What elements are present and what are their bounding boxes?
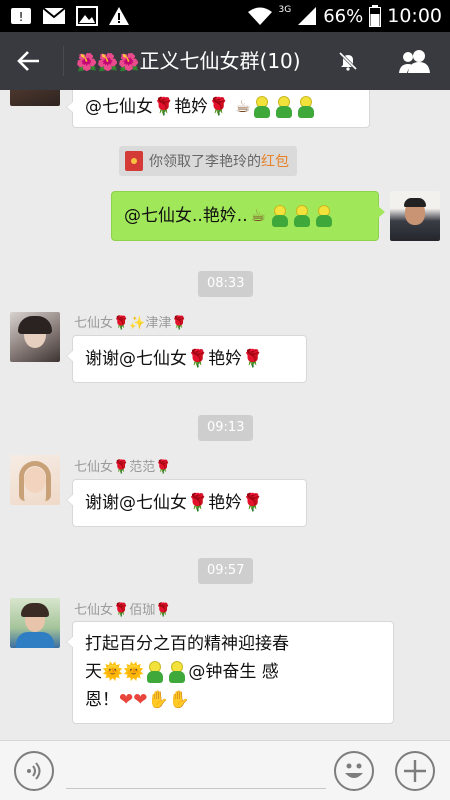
sprout-emoji <box>146 661 164 683</box>
message-text: 恩！ <box>85 690 119 710</box>
title-bar: 🌺🌺🌺正义七仙女群(10) <box>0 32 450 90</box>
sprout-emoji <box>271 205 289 227</box>
message-input[interactable] <box>66 755 326 789</box>
network-type: 3G <box>278 5 292 15</box>
rose-emoji: 🌹 <box>242 349 264 369</box>
system-status: 3G 66% 10:00 <box>247 0 442 32</box>
notification-icons: ! <box>10 4 130 28</box>
sprout-emoji <box>253 96 271 118</box>
sun-emoji: 🌞 <box>123 662 145 682</box>
sun-emoji: 🌞 <box>102 662 124 682</box>
status-bar: ! 3G 66% 10:00 <box>0 0 450 32</box>
battery-icon <box>369 5 382 27</box>
timestamp: 08:33 <box>198 271 254 297</box>
message-text: 谢谢@七仙女 <box>85 349 187 369</box>
plus-icon <box>404 760 426 782</box>
chat-title[interactable]: 🌺🌺🌺正义七仙女群(10) <box>76 32 301 90</box>
message-text: 天 <box>85 662 102 682</box>
message-text: @钟奋生 感 <box>188 662 279 682</box>
coffee-emoji: ☕ <box>235 97 251 117</box>
input-bar <box>0 740 450 800</box>
sprout-emoji <box>168 661 186 683</box>
message-bubble[interactable]: 谢谢@七仙女🌹艳妗🌹 <box>66 335 307 383</box>
message-text: @七仙女 <box>85 97 153 117</box>
avatar[interactable] <box>10 598 60 648</box>
wifi-icon <box>247 7 272 25</box>
sprout-emoji <box>297 96 315 118</box>
red-packet-notice: 你领取了李艳玲的红包 <box>119 146 297 176</box>
alert-icon: ! <box>11 8 31 24</box>
back-arrow-icon <box>17 51 39 71</box>
emoji-button[interactable] <box>334 751 374 791</box>
back-button[interactable] <box>0 32 58 90</box>
title-flowers: 🌺🌺🌺 <box>76 53 140 73</box>
pray-emoji: ✋ <box>147 690 169 710</box>
image-icon <box>76 6 98 26</box>
rose-emoji: 🌹 <box>208 97 230 117</box>
message-line: 恩！❤❤✋✋ <box>85 686 381 714</box>
heart-emoji: ❤ <box>119 690 134 710</box>
battery-percent: 66% <box>323 5 364 27</box>
more-button[interactable] <box>395 751 435 791</box>
avatar[interactable] <box>10 312 60 362</box>
sprout-emoji <box>293 205 311 227</box>
message-text: @七仙女..艳妗.. <box>124 206 248 226</box>
emoji-icon <box>345 763 363 778</box>
timestamp: 09:13 <box>198 415 254 441</box>
message-bubble[interactable]: 谢谢@七仙女🌹艳妗🌹 <box>66 479 307 527</box>
group-name: 正义七仙女群(10) <box>139 49 301 73</box>
sender-name: 七仙女🌹✨津津🌹 <box>74 316 188 331</box>
timestamp: 09:57 <box>198 558 254 584</box>
avatar[interactable] <box>10 90 60 106</box>
message-bubble[interactable]: 打起百分之百的精神迎接春 天🌞🌞 @钟奋生 感 恩！❤❤✋✋ <box>66 621 394 724</box>
group-info-button[interactable] <box>390 32 440 90</box>
rose-emoji: 🌹 <box>187 493 209 513</box>
svg-text:!: ! <box>19 10 24 24</box>
notice-text: 你领取了李艳玲的 <box>149 154 261 170</box>
self-avatar[interactable] <box>390 191 440 241</box>
sender-name: 七仙女🌹佰珈🌹 <box>74 603 172 618</box>
avatar[interactable] <box>10 455 60 505</box>
message-text: 艳妗 <box>208 493 243 513</box>
rose-emoji: 🌹 <box>242 493 264 513</box>
chat-message-list[interactable]: @七仙女🌹艳妗🌹 ☕ 你领取了李艳玲的红包 @七仙女..艳妗.. ☕ 08:33 七… <box>0 90 450 740</box>
message-bubble[interactable]: @七仙女🌹艳妗🌹 ☕ <box>66 90 370 128</box>
message-text: 谢谢@七仙女 <box>85 493 187 513</box>
warning-icon <box>109 7 129 25</box>
title-divider <box>63 46 64 76</box>
voice-button[interactable] <box>14 751 54 791</box>
sprout-emoji <box>275 96 293 118</box>
voice-icon <box>27 762 41 780</box>
rose-emoji: 🌹 <box>153 97 175 117</box>
message-line: 天🌞🌞 @钟奋生 感 <box>85 658 381 686</box>
coffee-emoji: ☕ <box>250 206 266 226</box>
message-text: 艳妗 <box>208 349 243 369</box>
message-text: 艳妗 <box>174 97 209 117</box>
red-packet-link[interactable]: 红包 <box>261 154 289 170</box>
self-message-bubble[interactable]: @七仙女..艳妗.. ☕ <box>111 191 385 241</box>
heart-emoji: ❤ <box>133 690 148 710</box>
clock: 10:00 <box>387 5 442 27</box>
pray-emoji: ✋ <box>168 690 190 710</box>
message-line: 打起百分之百的精神迎接春 <box>85 630 381 658</box>
red-packet-icon <box>125 151 143 171</box>
group-members-icon <box>399 50 430 73</box>
mail-icon <box>42 7 66 24</box>
message-text: 打起百分之百的精神迎接春 <box>85 634 289 654</box>
sender-name: 七仙女🌹范范🌹 <box>74 460 172 475</box>
sprout-emoji <box>315 205 333 227</box>
rose-emoji: 🌹 <box>187 349 209 369</box>
signal-icon <box>298 7 317 25</box>
mute-bell-icon <box>338 51 358 71</box>
